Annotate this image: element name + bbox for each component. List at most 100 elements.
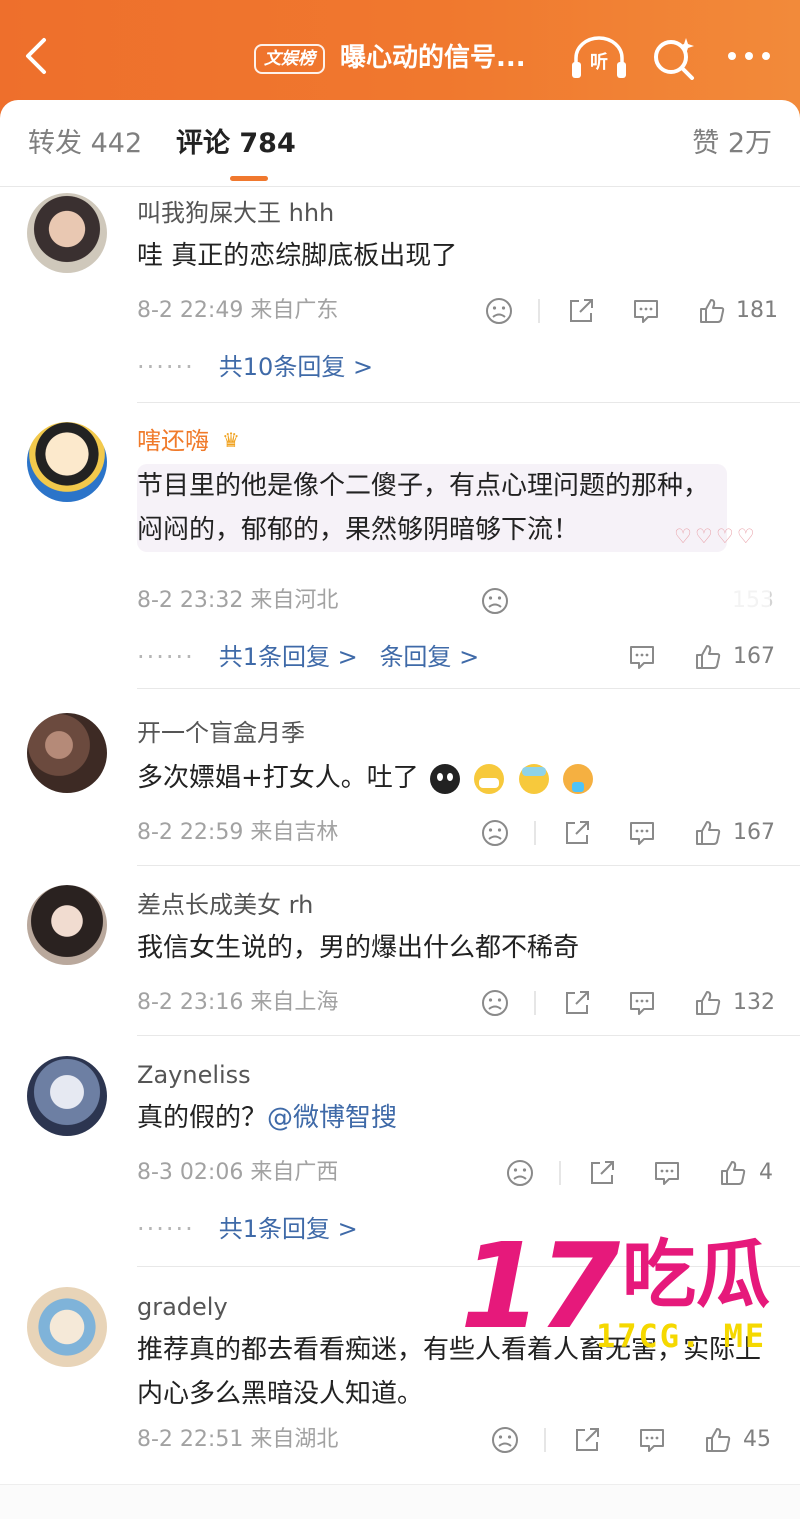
tab-like[interactable]: 赞 2万 [692, 126, 772, 162]
comment-username[interactable]: 嗐还嗨 [137, 424, 209, 458]
replies-count-ghost: 条回复 > [379, 643, 480, 671]
action-separator [534, 821, 536, 845]
like-count: 167 [733, 644, 775, 669]
comment-text: 节目里的他是像个二傻子，有点心理问题的那种，闷闷的，郁郁的，果然够阴暗够下流！ [137, 464, 727, 552]
replies-count[interactable]: 共1条回复 > [219, 643, 358, 671]
divider [137, 865, 800, 866]
comment-username[interactable]: gradely [137, 1290, 228, 1324]
comment-username[interactable]: 差点长成美女 rh [137, 888, 313, 922]
dislike-icon[interactable] [480, 586, 510, 616]
mask-emoji-icon [474, 763, 505, 794]
comment-text: 哇 真正的恋综脚底板出现了 [137, 241, 458, 271]
listen-label: 听 [590, 52, 608, 73]
comment-text-body: 多次嫖娼+打女人。吐了 [137, 763, 419, 793]
reply-icon[interactable] [627, 642, 657, 672]
vip-crown-icon: ♛ [222, 428, 240, 452]
tab-bar: 转发 442 评论 784 赞 2万 [0, 100, 800, 187]
comment-text: 多次嫖娼+打女人。吐了 [137, 756, 777, 800]
comment-meta: 8-2 22:59 来自吉林 [137, 820, 339, 845]
comment-meta: 8-2 23:32 来自河北 [137, 588, 339, 613]
watermark-url: 17CG. ME [596, 1317, 767, 1355]
action-separator [559, 1161, 561, 1185]
share-icon[interactable] [566, 296, 596, 326]
listen-button[interactable]: 听 [570, 34, 628, 80]
decorative-sticker: ♡♡♡♡ [674, 524, 758, 548]
divider [137, 688, 800, 689]
share-icon[interactable] [562, 818, 592, 848]
reply-icon[interactable] [652, 1158, 682, 1188]
view-replies-link[interactable]: ······ 共1条回复 > 条回复 > [137, 640, 479, 674]
like-icon[interactable] [697, 296, 727, 326]
comment-username[interactable]: Zayneliss [137, 1058, 251, 1092]
action-separator [538, 299, 540, 323]
like-count: 4 [759, 1160, 773, 1185]
ghost-emoji-icon [430, 763, 461, 794]
chevron-left-icon [26, 38, 46, 74]
mention-link[interactable]: @微博智搜 [267, 1103, 397, 1133]
comment-actions: 181 [484, 296, 784, 330]
dislike-icon[interactable] [480, 988, 510, 1018]
like-count: 132 [733, 990, 775, 1015]
comment-item: 差点长成美女 rh 我信女生说的，男的爆出什么都不稀奇 8-2 23:16 来自… [0, 880, 800, 1036]
like-icon[interactable] [693, 988, 723, 1018]
like-icon[interactable] [693, 818, 723, 848]
like-icon[interactable] [693, 642, 723, 672]
avatar[interactable] [27, 885, 107, 965]
comment-actions: 167 [627, 642, 787, 676]
search-sparkle-icon [654, 38, 694, 80]
avatar[interactable] [27, 422, 107, 502]
reply-icon[interactable] [631, 296, 661, 326]
watermark-logo-text: 吃瓜 [622, 1232, 770, 1318]
divider [137, 402, 800, 403]
comment-text: 真的假的？@微博智搜 [137, 1096, 777, 1140]
action-separator [534, 991, 536, 1015]
share-icon[interactable] [587, 1158, 617, 1188]
like-icon[interactable] [718, 1158, 748, 1188]
replies-count[interactable]: 共10条回复 > [219, 353, 373, 381]
avatar[interactable] [27, 1287, 107, 1367]
dislike-icon[interactable] [490, 1425, 520, 1455]
share-icon[interactable] [572, 1425, 602, 1455]
like-count: 181 [736, 298, 778, 323]
sick-emoji-icon [518, 763, 549, 794]
comment-actions: 167 [480, 818, 780, 852]
search-button[interactable] [652, 36, 696, 80]
share-icon[interactable] [562, 988, 592, 1018]
comment-item: 叫我狗屎大王 hhh 哇 真正的恋综脚底板出现了 8-2 22:49 来自广东 … [0, 190, 800, 404]
tab-comment[interactable]: 评论 784 [176, 126, 296, 162]
vomit-emoji-icon [562, 763, 593, 794]
like-icon[interactable] [703, 1425, 733, 1455]
active-tab-indicator [230, 176, 268, 181]
back-button[interactable] [18, 36, 58, 76]
comment-item: 嗐还嗨 ♛ 节目里的他是像个二傻子，有点心理问题的那种，闷闷的，郁郁的，果然够阴… [0, 418, 800, 690]
dislike-icon[interactable] [484, 296, 514, 326]
comment-item: 开一个盲盒月季 多次嫖娼+打女人。吐了 8-2 22:59 来自吉林 167 [0, 708, 800, 866]
tab-repost[interactable]: 转发 442 [28, 126, 142, 162]
category-badge[interactable]: 文娱榜 [254, 44, 325, 74]
like-count: 167 [733, 820, 775, 845]
comment-meta: 8-2 23:16 来自上海 [137, 990, 339, 1015]
comment-meta: 8-2 22:49 来自广东 [137, 298, 339, 323]
view-replies-link[interactable]: ······ 共10条回复 > [137, 350, 373, 384]
dislike-icon[interactable] [480, 818, 510, 848]
comment-text: 我信女生说的，男的爆出什么都不稀奇 [137, 933, 580, 963]
reply-icon[interactable] [637, 1425, 667, 1455]
reply-icon[interactable] [627, 818, 657, 848]
avatar[interactable] [27, 193, 107, 273]
action-separator [544, 1428, 546, 1452]
comment-username[interactable]: 叫我狗屎大王 hhh [137, 196, 334, 230]
view-replies-link[interactable]: ······ 共1条回复 > [137, 1212, 358, 1246]
comment-actions: 132 [480, 988, 780, 1022]
comment-text-body: 真的假的？ [137, 1103, 268, 1133]
page-title: 曝心动的信号... [340, 43, 526, 73]
comment-meta: 8-3 02:06 来自广西 [137, 1160, 339, 1185]
dislike-icon[interactable] [505, 1158, 535, 1188]
reply-icon[interactable] [627, 988, 657, 1018]
comment-username[interactable]: 开一个盲盒月季 [137, 716, 305, 750]
replies-count[interactable]: 共1条回复 > [219, 1215, 358, 1243]
avatar[interactable] [27, 1056, 107, 1136]
comment-actions: 4 [505, 1158, 795, 1192]
more-dots-icon [728, 52, 770, 60]
more-button[interactable] [724, 36, 774, 76]
avatar[interactable] [27, 713, 107, 793]
